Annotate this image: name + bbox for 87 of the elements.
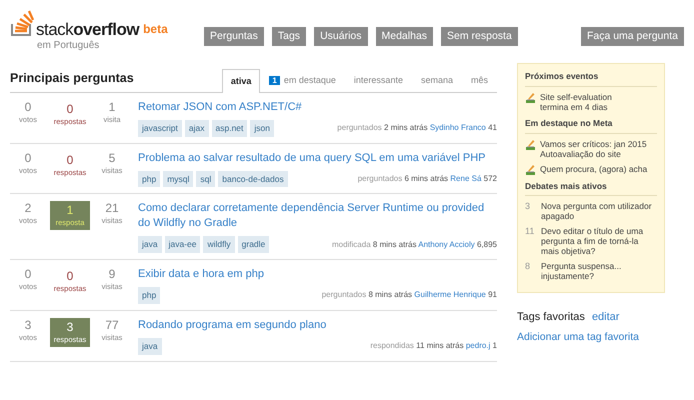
page-heading: Principais perguntas (10, 70, 134, 87)
nav-button[interactable]: Usuários (314, 27, 368, 46)
time-ago: 2 mins atrás (384, 123, 428, 132)
question-title-link[interactable]: Retomar JSON com ASP.NET/C# (138, 100, 497, 115)
time-ago: 11 mins atrás (416, 341, 464, 350)
vote-count: 3 (24, 318, 32, 333)
meta-post-link[interactable]: Quem procura, (agora) acha (540, 164, 648, 174)
tag[interactable]: java (138, 236, 162, 253)
reputation: 41 (488, 123, 497, 132)
tag[interactable]: asp.net (212, 120, 248, 136)
action-label: perguntados (337, 123, 382, 132)
reputation: 91 (488, 290, 497, 300)
tag[interactable]: json (250, 120, 274, 136)
user-link[interactable]: Sydinho Franco (430, 123, 486, 132)
view-count: 77 (104, 318, 120, 333)
view-count: 9 (108, 267, 116, 282)
answer-count: 3 (525, 201, 532, 214)
answer-count: 0 (66, 269, 74, 284)
question-title-link[interactable]: Rodando programa em segundo plano (138, 318, 497, 333)
action-label: respondidas (370, 341, 414, 350)
answer-count: 11 (525, 226, 536, 238)
reputation: 6,895 (476, 240, 497, 249)
discussion-link[interactable]: Nova pergunta com utilizador apagado (541, 201, 657, 222)
user-link[interactable]: pedro.j (466, 341, 490, 350)
section-title: Em destaque no Meta (525, 116, 657, 134)
action-label: modificada (332, 240, 371, 249)
vote-count: 0 (24, 267, 32, 282)
vote-count: 2 (24, 201, 32, 216)
tab[interactable]: semana (412, 69, 462, 92)
pencil-icon (525, 92, 536, 103)
question-title-link[interactable]: Exibir data e hora em php (138, 267, 497, 282)
pencil-icon (525, 138, 536, 150)
nav-button[interactable]: Medalhas (376, 27, 434, 46)
reputation: 1 (492, 341, 497, 350)
tag[interactable]: ajax (184, 120, 208, 136)
tag[interactable]: java-ee (164, 236, 200, 253)
vote-count: 0 (24, 150, 32, 166)
tab[interactable]: 1 em destaque (260, 69, 345, 92)
view-count: 21 (104, 201, 120, 216)
tag[interactable]: java (138, 338, 162, 354)
discussion-link[interactable]: Pergunta suspensa... injustamente? (541, 261, 657, 282)
vote-count: 0 (24, 100, 32, 115)
tab[interactable]: mês (462, 69, 497, 92)
time-ago: 6 mins atrás (404, 174, 448, 183)
edit-link[interactable]: editar (592, 311, 620, 324)
section-title: Debates mais ativos (525, 180, 657, 196)
discussion-link[interactable]: Devo editar o título de uma pergunta a fim de torná-la mais objetiva? (541, 226, 657, 256)
tag[interactable]: php (138, 170, 160, 188)
logo-subtitle: em Português (37, 39, 100, 53)
meta-post-link[interactable]: Site self-evaluation termina em 4 dias (540, 92, 612, 112)
question-title-link[interactable]: Problema ao salvar resultado de uma query SQL em uma variável PHP (138, 150, 497, 166)
user-link[interactable]: Guilherme Henrique (414, 290, 486, 300)
tab[interactable]: interessante (344, 69, 412, 92)
tag[interactable]: wildfly (203, 236, 235, 253)
tag[interactable]: php (138, 287, 160, 304)
view-count: 1 (108, 100, 116, 115)
pencil-icon (525, 164, 536, 174)
meta-post-link[interactable]: Vamos ser críticos: jan 2015 Autoavaliação do site (540, 138, 647, 158)
view-count: 5 (108, 150, 116, 166)
user-link[interactable]: Rene Sá (450, 174, 482, 183)
time-ago: 8 mins atrás (368, 290, 412, 300)
tag[interactable]: javascript (138, 120, 182, 136)
tab[interactable]: ativa (222, 69, 260, 93)
tag[interactable]: gradle (238, 236, 270, 253)
logo-wordmark: stackoverflow (36, 21, 140, 38)
question-title-link[interactable]: Como declarar corretamente dependência Server Runtime ou provided do Wildfly no Gradle (138, 201, 497, 232)
reputation: 572 (484, 174, 497, 183)
tag[interactable]: banco-de-dados (218, 170, 288, 188)
action-label: perguntados (322, 290, 366, 300)
answer-count: 8 (525, 261, 532, 274)
section-title: Próximos eventos (525, 70, 657, 87)
tag[interactable]: mysql (163, 170, 194, 188)
count-badge: 1 (269, 76, 280, 86)
favorite-tags-title: Tags favoritas (517, 311, 585, 324)
nav-button[interactable]: Sem resposta (441, 27, 518, 46)
action-label: perguntados (358, 174, 402, 183)
nav-button[interactable]: Tags (272, 27, 306, 46)
add-favorite-tag-link[interactable]: Adicionar uma tag favorita (517, 330, 665, 346)
user-link[interactable]: Anthony Accioly (418, 240, 475, 249)
ask-question-button[interactable]: Faça uma pergunta (580, 27, 684, 46)
time-ago: 8 mins atrás (372, 240, 416, 249)
nav-button[interactable]: Perguntas (204, 27, 264, 46)
answer-count: 0 (66, 152, 74, 168)
answer-count: 0 (66, 102, 74, 117)
beta-label: beta (143, 21, 168, 38)
logo-icon (10, 10, 36, 38)
tag[interactable]: sql (196, 170, 216, 188)
